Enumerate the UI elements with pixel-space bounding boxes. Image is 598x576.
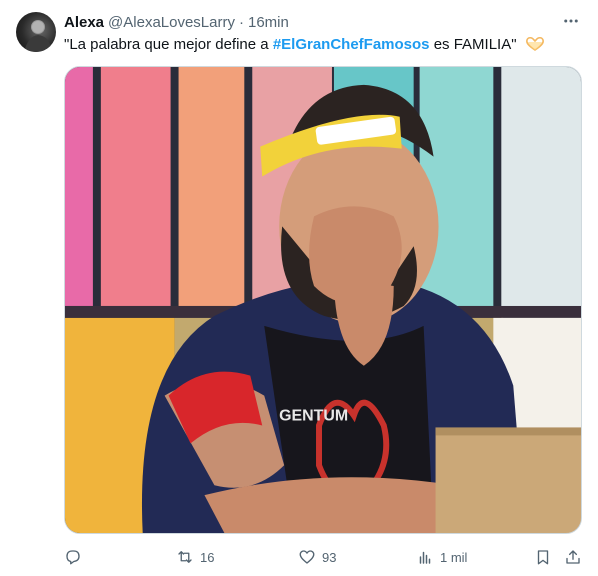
share-icon (566, 550, 580, 564)
hashtag-link[interactable]: #ElGranChefFamosos (273, 36, 430, 53)
reply-button[interactable] (64, 544, 82, 570)
tweet-text: "La palabra que mejor define a #ElGranCh… (64, 35, 584, 55)
action-bar: 16 93 1 mil (64, 544, 584, 570)
heart-hands-icon (525, 36, 544, 51)
retweet-count: 16 (200, 549, 215, 565)
timestamp[interactable]: 16min (248, 14, 289, 31)
reply-icon (66, 550, 80, 565)
retweet-icon (178, 551, 192, 563)
author-name[interactable]: Alexa (64, 14, 104, 31)
retweet-button[interactable]: 16 (176, 544, 214, 570)
tweet-text-after: es FAMILIA" (429, 36, 517, 53)
avatar[interactable] (16, 12, 56, 52)
bookmark-button[interactable] (534, 544, 552, 570)
views-icon (419, 551, 431, 564)
heart-icon (299, 550, 315, 564)
more-options-button[interactable] (560, 10, 582, 32)
tweet: Alexa @AlexaLovesLarry · 16min "La palab… (0, 0, 598, 576)
author-handle[interactable]: @AlexaLovesLarry (108, 14, 235, 31)
bookmark-icon (537, 550, 549, 565)
tweet-text-before: "La palabra que mejor define a (64, 36, 273, 53)
share-button[interactable] (564, 544, 582, 570)
tweet-media-image[interactable]: GENTUM (64, 66, 582, 534)
views-count: 1 mil (440, 549, 468, 565)
apron-text: GENTUM (279, 407, 348, 424)
separator: · (238, 13, 244, 31)
views-button[interactable]: 1 mil (416, 544, 467, 570)
more-icon (564, 19, 578, 23)
tweet-header: Alexa @AlexaLovesLarry · 16min (64, 12, 584, 32)
like-count: 93 (322, 549, 337, 565)
like-button[interactable]: 93 (298, 544, 336, 570)
